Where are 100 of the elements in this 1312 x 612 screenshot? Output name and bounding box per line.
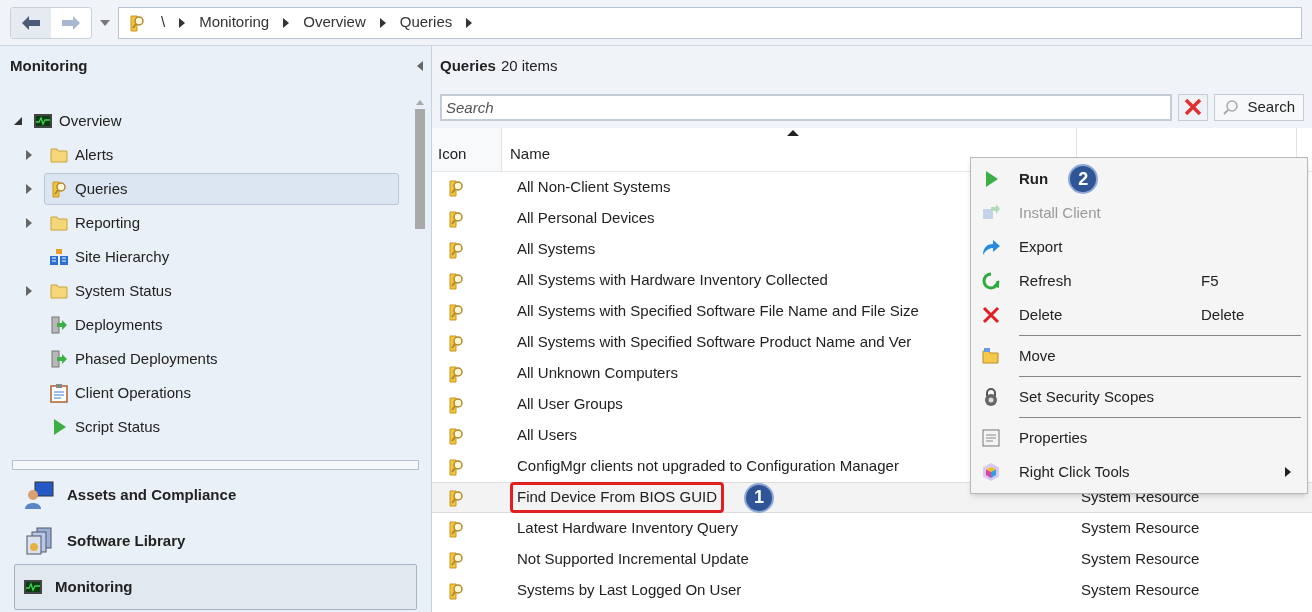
close-icon [1184,98,1203,116]
search-field[interactable]: Search [440,93,1173,121]
query-name[interactable]: Latest Hardware Inventory Query [510,513,745,544]
menu-item[interactable]: Delete Delete [971,298,1307,332]
monitor-icon [33,111,53,131]
tree-item[interactable]: Phased Deployments [44,343,227,375]
collapse-pane-icon[interactable] [417,61,423,71]
computer-user-icon [23,479,55,511]
folder-search-icon [446,332,466,353]
sort-arrow-icon [787,130,799,136]
query-name[interactable]: All Systems with Specified Software File Name and File Size [510,296,926,327]
query-name[interactable]: All Systems with Hardware Inventory Collected [510,265,835,296]
submenu-arrow-icon [1285,467,1291,477]
expand-arrow-icon[interactable] [26,218,32,228]
shortcut-label: Delete [1201,304,1246,325]
breadcrumb-item[interactable]: \ [161,11,166,34]
search-icon [1223,99,1240,115]
tree-item[interactable]: Reporting [44,207,150,239]
query-name[interactable]: All Users [510,420,584,451]
query-name[interactable]: All Unknown Computers [510,358,685,389]
tree-item[interactable]: Script Status [44,411,170,443]
tree-item[interactable]: Site Hierarchy [44,241,179,273]
clipboard-icon [49,383,69,403]
item-count: 20 items [500,55,558,76]
tree-item[interactable]: System Status [44,275,181,307]
breadcrumb-arrow-icon[interactable] [283,17,290,28]
breadcrumb-arrow-icon[interactable] [179,17,186,28]
server-arrow-icon [49,315,69,335]
folder-search-icon [446,239,466,260]
query-name[interactable]: All Non-Client Systems [510,172,678,203]
menu-item[interactable]: Refresh F5 [971,264,1307,298]
expand-arrow-icon[interactable] [26,184,32,194]
back-button[interactable] [11,7,51,38]
menu-item[interactable]: Set Security Scopes [971,380,1307,414]
folder-search-icon [49,179,69,199]
breadcrumb-item[interactable]: Monitoring [199,11,270,34]
callout-badge: 2 [1068,164,1099,194]
breadcrumb-arrow-icon[interactable] [466,17,473,28]
folder-icon [981,346,1001,366]
folder-search-icon [446,549,466,570]
folder-search-icon [446,580,466,601]
curved-arrow-icon [981,237,1001,257]
query-name[interactable]: Find Device From BIOS GUID [510,482,725,513]
tree-item[interactable]: Deployments [44,309,172,341]
folder-search-icon [446,394,466,415]
expand-arrow-icon[interactable] [26,286,32,296]
tree-item[interactable]: Queries [44,173,399,205]
expand-arrow-icon[interactable] [26,150,32,160]
breadcrumb-item[interactable]: Queries [399,11,453,34]
folder-search-icon [446,456,466,477]
clear-search-button[interactable] [1178,93,1209,121]
folder-search-icon [446,270,466,291]
folder-icon [49,281,69,301]
breadcrumb-item[interactable]: Overview [303,11,366,34]
menu-item[interactable]: Export [971,230,1307,264]
folder-search-icon [446,425,466,446]
server-arrow-icon [49,349,69,369]
back-arrow-icon [21,14,41,31]
workspace-button[interactable]: Assets and Compliance [14,472,417,518]
menu-item[interactable]: Properties [971,421,1307,455]
resource-class: System Resource [1080,518,1200,539]
properties-icon [981,428,1001,448]
folder-search-icon [127,12,147,33]
breadcrumb-arrow-icon[interactable] [379,17,386,28]
workspace-button[interactable]: Monitoring [14,564,417,610]
workspace-button[interactable]: Software Library [14,518,417,564]
list-title: Queries [440,55,496,76]
menu-item[interactable]: Right Click Tools [971,455,1307,489]
scrollbar-thumb[interactable] [415,109,425,229]
query-name[interactable]: All Systems with Specified Software Product Name and Ver [510,327,919,358]
folder-search-icon [446,177,466,198]
search-button[interactable]: Search [1214,93,1304,121]
query-name[interactable]: All User Groups [510,389,630,420]
tree-item[interactable]: Client Operations [44,377,200,409]
address-bar[interactable]: \ Monitoring Overview Queries [118,6,1302,39]
callout-badge: 1 [744,482,775,513]
shortcut-label: F5 [1201,270,1220,291]
forward-arrow-icon [61,14,81,31]
query-name[interactable]: Not Supported Incremental Update [510,544,756,575]
column-header[interactable]: Icon [432,128,502,171]
query-name[interactable]: All Personal Devices [510,203,662,234]
folder-search-icon [446,363,466,384]
hierarchy-icon [49,247,69,267]
pane-title: Monitoring [10,55,88,76]
query-name[interactable]: Systems by Last Logged On User [510,575,749,606]
collapse-arrow-icon[interactable] [14,117,22,125]
folder-search-icon [446,518,466,539]
dropdown-arrow-icon[interactable] [100,19,110,26]
resource-class: System Resource [1080,549,1200,570]
cube-icon [981,462,1001,482]
tree-item[interactable]: Overview [28,105,131,137]
delete-icon [981,305,1001,325]
folder-search-icon [446,208,466,229]
refresh-icon [981,271,1001,291]
monitor-icon [23,577,43,597]
query-name[interactable]: ConfigMgr clients not upgraded to Configuration Manager [510,451,906,482]
tree-item[interactable]: Alerts [44,139,123,171]
stacked-boxes-icon [23,525,55,557]
query-name[interactable]: All Systems [510,234,603,265]
menu-item[interactable]: Move [971,339,1307,373]
